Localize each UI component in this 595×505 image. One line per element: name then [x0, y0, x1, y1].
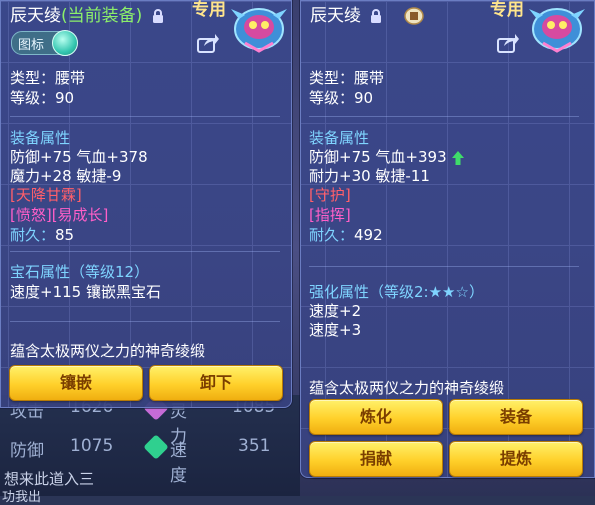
share-icon[interactable]: [497, 33, 519, 53]
stat-row-defense: 防御 1075 速度 351: [10, 434, 270, 486]
special-effect: [守护]: [309, 186, 351, 204]
exclusive-label: 专用: [192, 0, 226, 20]
item-level: 等级：90: [10, 89, 75, 107]
enhance-line: 速度+2: [309, 302, 362, 320]
item-name: 辰天绫: [310, 6, 361, 26]
icon-toggle[interactable]: 图标: [11, 30, 78, 56]
equipped-tag: (当前装备): [61, 6, 143, 26]
share-icon[interactable]: [197, 33, 219, 53]
special-effect: [天降甘霖]: [10, 186, 82, 204]
durability: 耐久：85: [10, 226, 75, 244]
stat-label: 速度: [170, 441, 187, 486]
seal-icon: [404, 7, 424, 25]
unequip-button[interactable]: 卸下: [149, 365, 283, 401]
dragon-emblem-icon: [231, 8, 287, 53]
lock-icon: [152, 8, 163, 23]
attr-line: 魔力+28 敏捷-9: [10, 167, 122, 185]
gem-line: 速度+115 镶嵌黑宝石: [10, 283, 161, 301]
attr-line: 防御+75 气血+378: [10, 148, 148, 166]
stat-up-arrow-icon: [452, 150, 465, 165]
dragon-emblem-icon: [529, 8, 585, 53]
enhance-header: 强化属性（等级2:★★☆）: [309, 283, 484, 301]
refine-button[interactable]: 炼化: [309, 399, 443, 435]
toggle-knob: [52, 30, 78, 56]
enhance-line: 速度+3: [309, 321, 362, 339]
item-description: 蕴含太极两仪之力的神奇绫缎: [309, 379, 505, 397]
divider: [309, 266, 579, 267]
donate-button[interactable]: 捐献: [309, 441, 443, 477]
divider: [309, 116, 579, 117]
item-type: 类型：腰带: [10, 69, 86, 87]
item-name: 辰天绫: [10, 6, 61, 26]
attr-line: 防御+75 气血+393: [309, 148, 465, 167]
compare-item-tooltip: 辰天绫 专用 类型：腰带 等级：90 装备属性 防御+75 气血+393 耐力+…: [300, 0, 595, 478]
equip-button[interactable]: 装备: [449, 399, 583, 435]
stat-label: 防御: [10, 441, 44, 461]
icon-toggle-label: 图标: [18, 38, 45, 53]
attr-header: 装备属性: [10, 129, 71, 147]
lock-icon: [371, 8, 382, 23]
stat-value: 351: [238, 436, 271, 456]
item-title: 辰天绫(当前装备): [10, 1, 164, 26]
gem-header: 宝石属性（等级12）: [10, 263, 150, 281]
attr-line: 耐力+30 敏捷-11: [309, 167, 430, 185]
divider: [10, 116, 280, 117]
extract-button[interactable]: 提炼: [449, 441, 583, 477]
divider: [10, 321, 280, 322]
item-title: 辰天绫: [310, 1, 424, 26]
item-level: 等级：90: [309, 89, 374, 107]
special-skill: [指挥]: [309, 206, 351, 224]
exclusive-label: 专用: [490, 0, 524, 20]
item-description: 蕴含太极两仪之力的神奇绫缎: [10, 342, 206, 360]
stat-value: 1075: [70, 436, 114, 456]
special-skill: [愤怒][易成长]: [10, 206, 109, 224]
inlay-button[interactable]: 镶嵌: [9, 365, 143, 401]
speed-stat-icon: [143, 434, 169, 460]
durability: 耐久：492: [309, 226, 383, 244]
equipped-item-tooltip: 辰天绫(当前装备) 专用 图标 类型：腰带 等级：90 装备属性 防御+75 气…: [0, 0, 292, 408]
attr-header: 装备属性: [309, 129, 370, 147]
background-dialog-text: 想来此道入三 功我出: [2, 470, 95, 505]
divider: [10, 251, 280, 252]
item-type: 类型：腰带: [309, 69, 385, 87]
